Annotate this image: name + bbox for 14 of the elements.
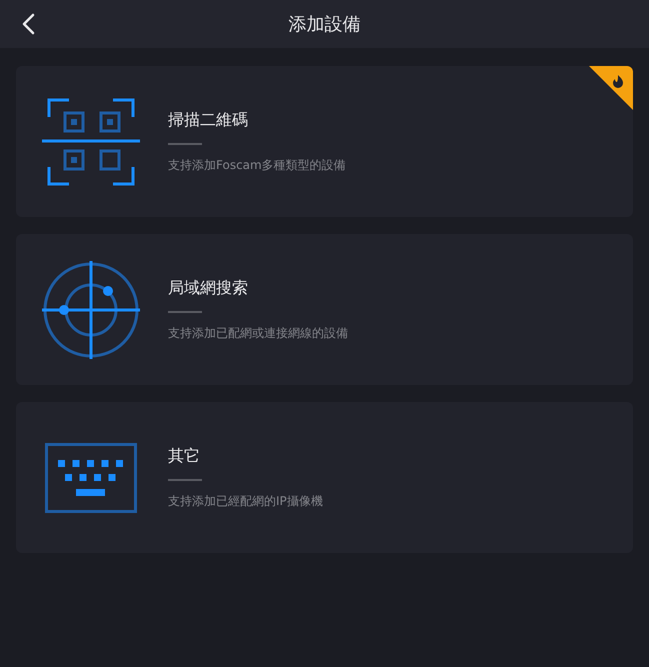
option-description: 支持添加Foscam多種類型的設備: [168, 156, 346, 174]
keyboard-icon: [45, 442, 137, 512]
option-title: 掃描二維碼: [168, 110, 248, 130]
option-card[interactable]: 掃描二維碼 支持添加Foscam多種類型的設備: [16, 66, 633, 217]
page-title: 添加設備: [288, 13, 360, 36]
back-icon: [21, 13, 35, 35]
option-card[interactable]: 其它 支持添加已經配網的IP攝像機: [16, 402, 633, 553]
radar-icon: [41, 260, 141, 360]
option-title: 局域網搜索: [168, 278, 248, 298]
option-description: 支持添加已經配網的IP攝像機: [168, 492, 323, 510]
qr-scan-icon: [41, 96, 141, 186]
option-title: 其它: [168, 446, 200, 466]
option-description: 支持添加已配網或連接網線的設備: [168, 324, 348, 342]
option-card[interactable]: 局域網搜索 支持添加已配網或連接網線的設備: [16, 234, 633, 385]
